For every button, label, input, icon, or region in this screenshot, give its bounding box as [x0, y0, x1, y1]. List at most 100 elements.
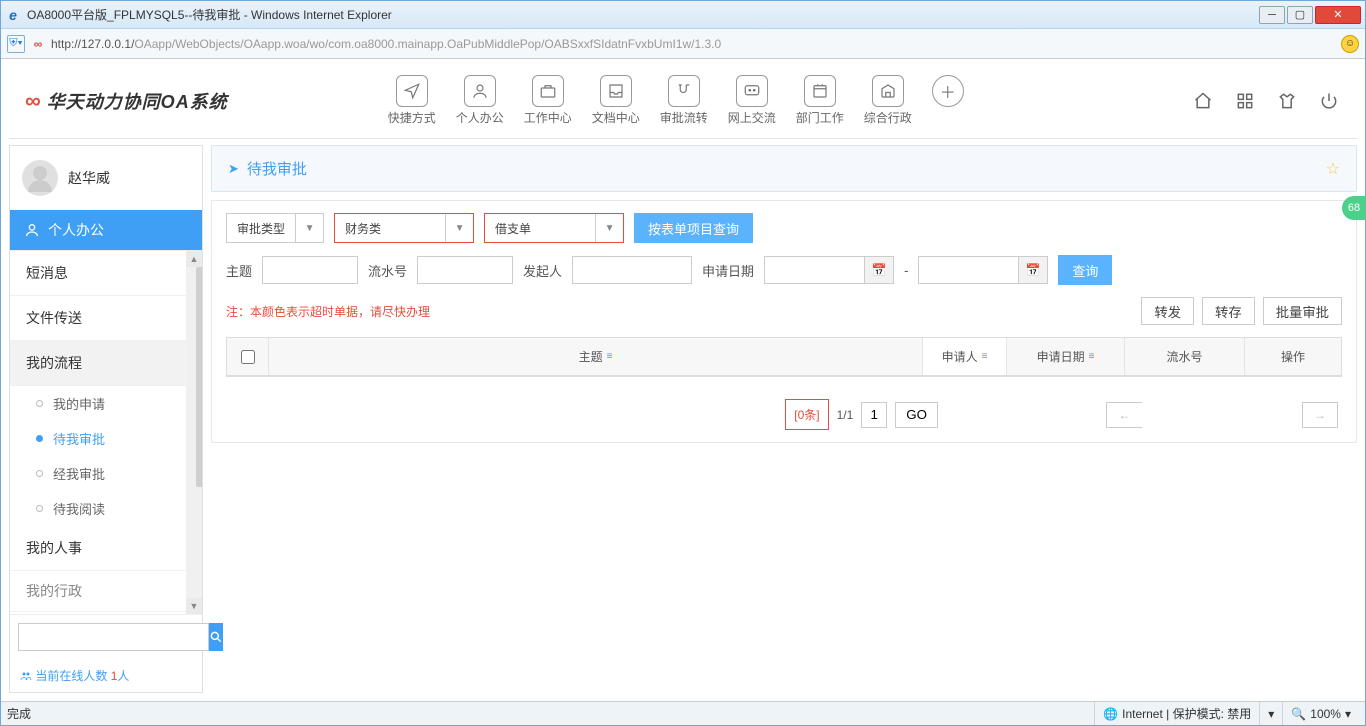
page-input[interactable]	[861, 402, 887, 428]
url-text[interactable]: http://127.0.0.1/OAapp/WebObjects/OAapp.…	[51, 37, 1337, 51]
apps-icon[interactable]	[1233, 89, 1257, 113]
sidebar-sub-pending[interactable]: 待我审批	[10, 421, 186, 456]
people-icon	[20, 670, 32, 682]
status-bar: 完成 🌐Internet | 保护模式: 禁用 ▾ 🔍100% ▾	[1, 701, 1365, 725]
search-button[interactable]: 查询	[1058, 255, 1112, 285]
combo-approval-type[interactable]: 审批类型▼	[226, 213, 324, 243]
input-date-from[interactable]	[764, 256, 864, 284]
sidebar-item-message[interactable]: 短消息	[10, 251, 186, 296]
prev-page-button[interactable]: ←	[1106, 402, 1142, 428]
chevron-down-icon[interactable]: ▼	[295, 214, 323, 242]
sort-icon: ≡	[1089, 351, 1095, 362]
th-serial[interactable]: 流水号	[1125, 338, 1245, 375]
calendar-icon[interactable]: 📅	[864, 256, 894, 284]
forward-button[interactable]: 转发	[1141, 297, 1194, 325]
chevron-down-icon[interactable]: ▼	[445, 214, 473, 242]
status-zoom[interactable]: 🔍100% ▾	[1282, 702, 1359, 725]
nav-quick[interactable]: 快捷方式	[388, 75, 436, 126]
sidebar-sub-read[interactable]: 待我阅读	[10, 491, 186, 526]
window-close-button[interactable]: ✕	[1315, 6, 1361, 24]
th-subject[interactable]: 主题≡	[269, 338, 923, 375]
building-icon	[872, 75, 904, 107]
notification-badge[interactable]: 68	[1342, 196, 1366, 220]
window-maximize-button[interactable]: ▢	[1287, 6, 1313, 24]
logo-text: 华天动力协同OA系统	[47, 88, 228, 114]
favicon-icon: ∞	[29, 35, 47, 53]
page-header: ➤ 待我审批 ☆	[211, 145, 1357, 192]
sidebar-section-personal[interactable]: 个人办公	[10, 210, 202, 250]
calendar-icon[interactable]: 📅	[1018, 256, 1048, 284]
chevron-down-icon[interactable]: ▼	[595, 214, 623, 242]
next-page-button[interactable]: →	[1302, 402, 1338, 428]
sidebar-item-flow[interactable]: 我的流程	[10, 341, 186, 386]
sidebar-sub-done[interactable]: 经我审批	[10, 456, 186, 491]
shirt-icon[interactable]	[1275, 89, 1299, 113]
title-bar: e OA8000平台版_FPLMYSQL5--待我审批 - Windows In…	[1, 1, 1365, 29]
calendar-icon	[804, 75, 836, 107]
sidebar-scrollbar[interactable]: ▲ ▼	[186, 251, 202, 614]
save-button[interactable]: 转存	[1202, 297, 1255, 325]
nav-admin[interactable]: 综合行政	[864, 75, 912, 126]
label-initiator: 发起人	[523, 261, 562, 280]
plus-icon: ＋	[932, 75, 964, 107]
home-icon[interactable]	[1191, 89, 1215, 113]
input-subject[interactable]	[262, 256, 358, 284]
sidebar: 赵华威 个人办公 短消息 文件传送 我的流程 我的申请 待我审批 经我审批 待我…	[9, 145, 203, 693]
logo-mark-icon: ∞	[25, 88, 41, 114]
nav-docs[interactable]: 文档中心	[592, 75, 640, 126]
window-minimize-button[interactable]: ─	[1259, 6, 1285, 24]
zoom-icon: 🔍	[1291, 707, 1306, 721]
date-from: 📅	[764, 256, 894, 284]
overdue-note: 注：本颜色表示超时单据，请尽快办理	[226, 303, 1131, 320]
globe-icon: 🌐	[1103, 707, 1118, 721]
nav-chat[interactable]: 网上交流	[728, 75, 776, 126]
combo-category[interactable]: 财务类▼	[334, 213, 474, 243]
status-protect-toggle[interactable]: ▾	[1259, 702, 1282, 725]
go-button[interactable]: GO	[895, 402, 938, 428]
sidebar-sub-apply[interactable]: 我的申请	[10, 386, 186, 421]
username: 赵华威	[68, 168, 110, 188]
nav-add[interactable]: ＋	[932, 75, 964, 126]
nav-dept[interactable]: 部门工作	[796, 75, 844, 126]
input-initiator[interactable]	[572, 256, 692, 284]
address-bar: ⛨▾ ∞ http://127.0.0.1/OAapp/WebObjects/O…	[1, 29, 1365, 59]
sidebar-search	[10, 614, 202, 659]
th-operation: 操作	[1245, 338, 1341, 375]
sidebar-search-input[interactable]	[18, 623, 209, 651]
nav-work[interactable]: 工作中心	[524, 75, 572, 126]
star-icon[interactable]: ☆	[1326, 159, 1340, 179]
query-by-form-button[interactable]: 按表单项目查询	[634, 213, 753, 243]
security-shield-icon[interactable]: ⛨▾	[7, 35, 25, 53]
sidebar-item-admin[interactable]: 我的行政	[10, 571, 186, 612]
th-apply-date[interactable]: 申请日期≡	[1007, 338, 1125, 375]
sidebar-item-file[interactable]: 文件传送	[10, 296, 186, 341]
scroll-thumb[interactable]	[196, 267, 202, 487]
smiley-icon[interactable]: ☺	[1341, 35, 1359, 53]
page-indicator: 1/1	[837, 408, 854, 422]
select-all-checkbox[interactable]	[241, 350, 255, 364]
avatar	[22, 160, 58, 196]
top-nav: 快捷方式 个人办公 工作中心 文档中心 审批流转 网上交流 部门工作 综合行政 …	[388, 75, 964, 126]
nav-approval[interactable]: 审批流转	[660, 75, 708, 126]
scroll-down-button[interactable]: ▼	[186, 598, 202, 614]
scroll-up-button[interactable]: ▲	[186, 251, 202, 267]
th-applicant[interactable]: 申请人≡	[923, 338, 1007, 375]
power-icon[interactable]	[1317, 89, 1341, 113]
batch-approve-button[interactable]: 批量审批	[1263, 297, 1342, 325]
user-small-icon	[24, 222, 40, 238]
profile: 赵华威	[10, 146, 202, 210]
input-serial[interactable]	[417, 256, 513, 284]
page-title: 待我审批	[247, 158, 307, 179]
logo: ∞ 华天动力协同OA系统	[25, 88, 228, 114]
circle-arrow-icon: ➤	[228, 161, 239, 177]
label-serial: 流水号	[368, 261, 407, 280]
combo-form[interactable]: 借支单▼	[484, 213, 624, 243]
sidebar-item-hr[interactable]: 我的人事	[10, 526, 186, 571]
nav-personal[interactable]: 个人办公	[456, 75, 504, 126]
status-left: 完成	[7, 705, 1094, 722]
input-date-to[interactable]	[918, 256, 1018, 284]
window-title: OA8000平台版_FPLMYSQL5--待我审批 - Windows Inte…	[27, 6, 1259, 23]
pagination: [0条] 1/1 GO ← →	[226, 389, 1342, 430]
inbox-icon	[600, 75, 632, 107]
label-subject: 主题	[226, 261, 252, 280]
